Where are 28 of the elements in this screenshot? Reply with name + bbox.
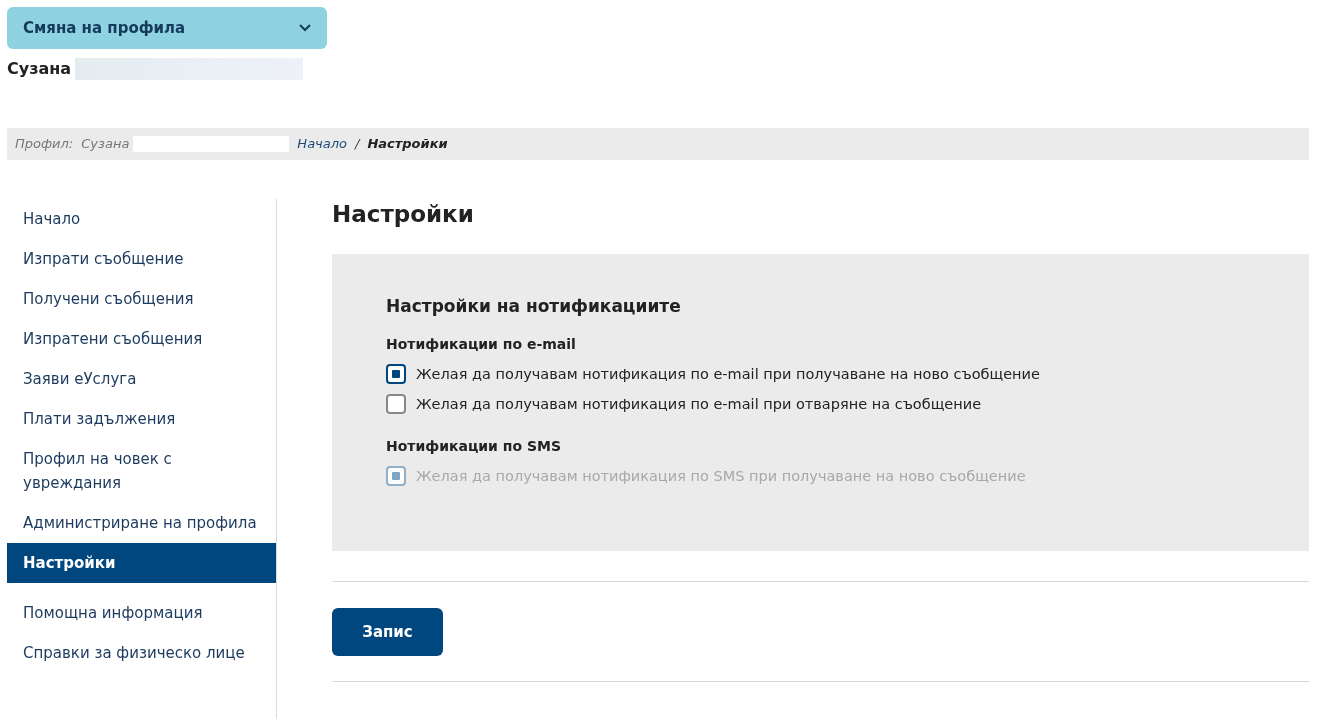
checkbox-label: Желая да получавам нотификация по e-mail при отваряне на съобщение: [416, 395, 982, 414]
sidebar-item[interactable]: Плати задължения: [7, 399, 276, 439]
breadcrumb-current: Настройки: [367, 135, 448, 154]
panel-title: Настройки на нотификациите: [386, 295, 682, 318]
group-title: Нотификации по e-mail: [386, 335, 577, 354]
sidebar-item[interactable]: Помощна информация: [7, 593, 276, 633]
sidebar-item[interactable]: Профил на човек с увреждания: [7, 439, 276, 503]
save-button[interactable]: Запис: [332, 608, 443, 656]
breadcrumb-separator: /: [355, 135, 360, 154]
sidebar-item[interactable]: Изпрати съобщение: [7, 239, 276, 279]
checkbox-label: Желая да получавам нотификация по e-mail при получаване на ново съобщение: [416, 365, 1040, 384]
sidebar-item[interactable]: Настройки: [7, 543, 276, 583]
user-name: Сузана: [7, 58, 72, 80]
profile-label: Профил:: [15, 135, 74, 154]
sidebar-item[interactable]: Заяви еУслуга: [7, 359, 276, 399]
breadcrumb-link[interactable]: Начало: [297, 134, 347, 154]
profile-switcher[interactable]: Смяна на профила: [7, 7, 327, 49]
sidebar-item[interactable]: Администриране на профила: [7, 503, 276, 543]
checkbox-label: Желая да получавам нотификация по SMS при получаване на ново съобщение: [416, 467, 1026, 486]
sidebar-item[interactable]: Изпратени съобщения: [7, 319, 276, 359]
sidebar-item[interactable]: Получени съобщения: [7, 279, 276, 319]
group-title: Нотификации по SMS: [386, 437, 563, 456]
sidebar-item[interactable]: Начало: [7, 199, 276, 239]
checkbox[interactable]: [386, 364, 406, 384]
profile-name: Сузана: [81, 135, 130, 154]
checkbox[interactable]: [386, 394, 406, 414]
page-title: Настройки: [332, 200, 475, 229]
sidebar-item[interactable]: Справки за физическо лице: [7, 633, 276, 673]
